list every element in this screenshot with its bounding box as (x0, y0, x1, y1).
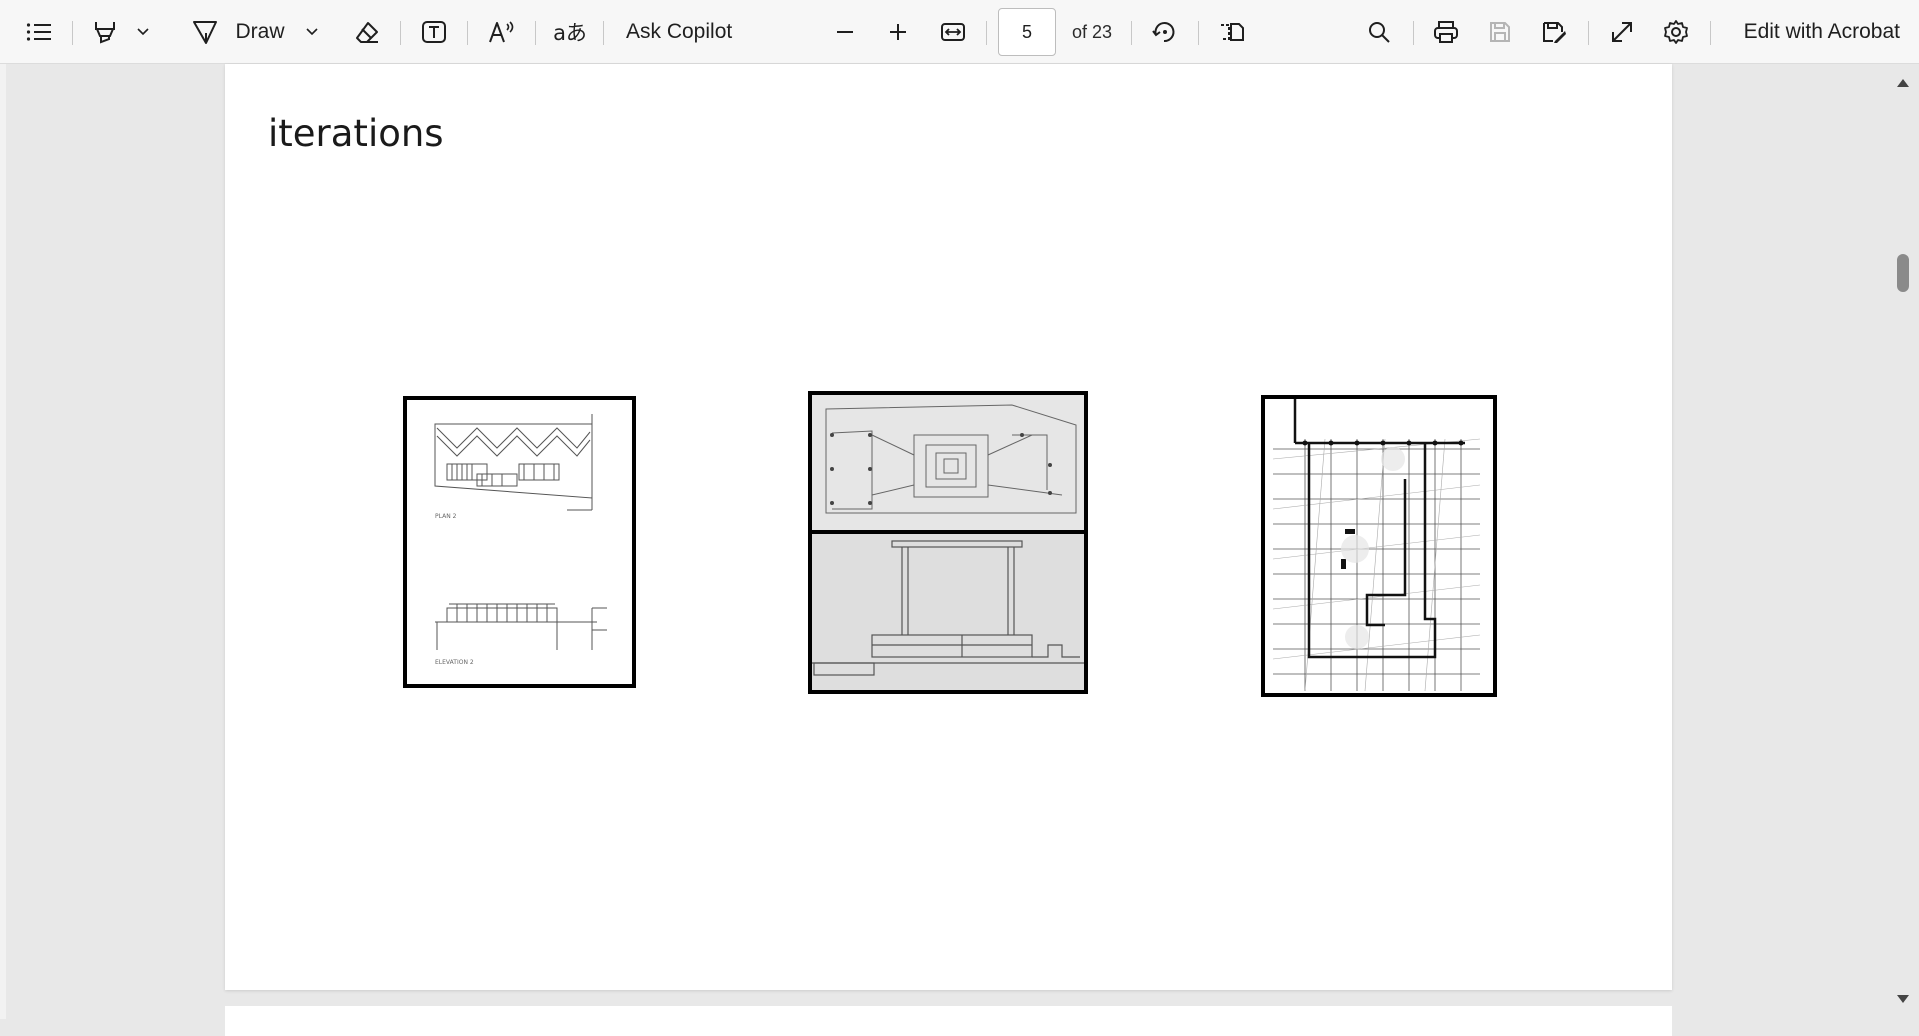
plan-and-elevation-sketch: PLAN 2 ELEVATION 2 (403, 396, 636, 688)
scrollbar-thumb[interactable] (1897, 254, 1909, 292)
draw-menu-chevron-down-icon[interactable] (302, 12, 322, 52)
rotate-icon[interactable] (1149, 12, 1179, 52)
edit-with-acrobat-button[interactable]: Edit with Acrobat (1730, 12, 1900, 52)
eraser-icon[interactable] (352, 12, 382, 52)
fit-width-icon[interactable] (938, 12, 968, 52)
search-icon[interactable] (1364, 12, 1394, 52)
toolbar-divider (986, 21, 987, 45)
toolbar-divider (72, 21, 73, 45)
toolbar-divider (400, 21, 401, 45)
add-text-icon[interactable] (419, 12, 449, 52)
pdf-toolbar: Draw aあ Ask Copilot 5 of 23 Edit with Ac… (0, 0, 1919, 64)
roof-plan-and-section-sketch (808, 391, 1088, 694)
toolbar-divider (535, 21, 536, 45)
contents-list-icon[interactable] (24, 12, 54, 52)
pdf-page: iterations PLAN 2 ELEVATION 2 (225, 64, 1672, 990)
plan-caption: PLAN 2 (435, 513, 457, 520)
document-viewer[interactable]: iterations PLAN 2 ELEVATION 2 (0, 64, 1919, 1036)
translate-icon[interactable]: aあ (553, 12, 587, 52)
next-pdf-page (225, 1006, 1672, 1036)
toolbar-divider (1710, 21, 1711, 45)
print-icon[interactable] (1431, 12, 1461, 52)
toolbar-divider (1198, 21, 1199, 45)
save-as-icon[interactable] (1539, 12, 1569, 52)
toolbar-divider (467, 21, 468, 45)
gear-icon[interactable] (1661, 12, 1691, 52)
vertical-scrollbar[interactable] (1887, 64, 1919, 1019)
ask-copilot-button[interactable]: Ask Copilot (626, 12, 738, 52)
fullscreen-icon[interactable] (1607, 12, 1637, 52)
toolbar-divider (1413, 21, 1414, 45)
zoom-in-plus-icon[interactable] (885, 12, 911, 52)
draw-pen-icon[interactable] (190, 12, 220, 52)
draw-label[interactable]: Draw (233, 12, 287, 52)
page-heading: iterations (268, 112, 444, 155)
scroll-down-arrow-icon[interactable] (1895, 992, 1911, 1006)
scroll-up-arrow-icon[interactable] (1895, 76, 1911, 90)
viewer-left-edge (0, 64, 6, 1019)
zoom-out-minus-icon[interactable] (832, 12, 858, 52)
page-number-input[interactable]: 5 (998, 8, 1056, 56)
highlighter-icon[interactable] (90, 12, 120, 52)
page-view-icon[interactable] (1217, 12, 1247, 52)
highlight-menu-chevron-down-icon[interactable] (133, 12, 153, 52)
toolbar-divider (1131, 21, 1132, 45)
toolbar-divider (603, 21, 604, 45)
elevation-caption: ELEVATION 2 (435, 659, 474, 666)
grid-plan-sketch (1261, 395, 1497, 697)
read-aloud-icon[interactable] (486, 12, 518, 52)
toolbar-divider (1588, 21, 1589, 45)
save-icon[interactable] (1485, 12, 1515, 52)
page-total-label: of 23 (1071, 21, 1113, 42)
